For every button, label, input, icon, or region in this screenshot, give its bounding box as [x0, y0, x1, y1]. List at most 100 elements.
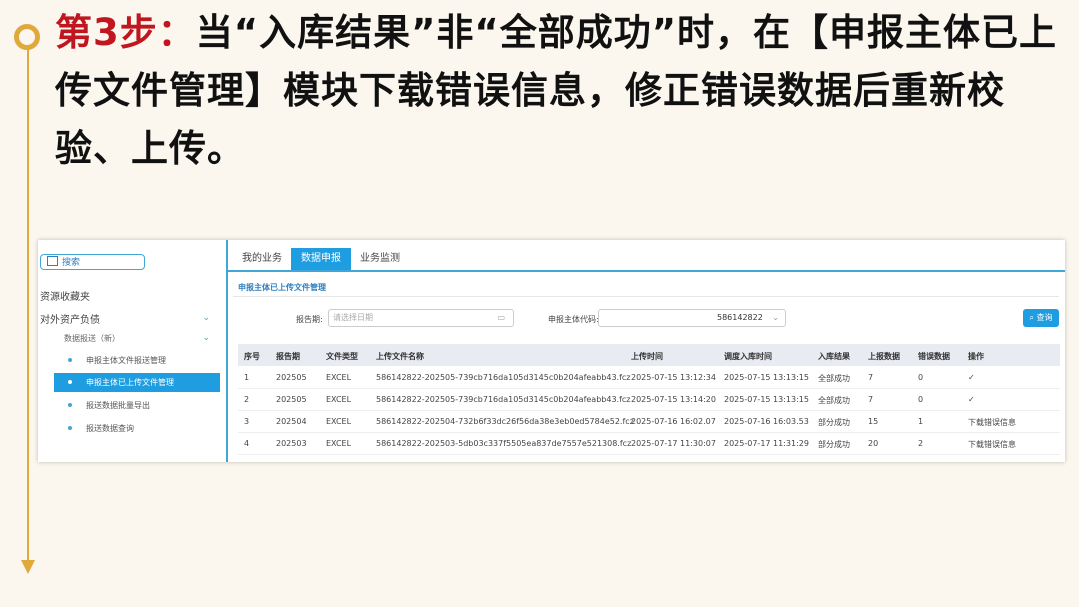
col-action: 操作	[968, 352, 984, 361]
search-icon	[47, 256, 58, 266]
cell-reported: 7	[868, 373, 874, 382]
cell-upload-time: 2025-07-15 13:14:20	[631, 395, 716, 404]
sidebar-item-batch-export[interactable]: 报送数据批量导出	[54, 396, 220, 415]
period-input[interactable]: 请选择日期 ▭	[328, 309, 514, 327]
cell-file-name: 586142822-202505-739cb716da105d3145c0b20…	[376, 373, 631, 382]
sidebar-favorites[interactable]: 资源收藏夹	[40, 288, 90, 303]
cell-index: 2	[244, 395, 250, 404]
calendar-icon: ▭	[497, 313, 505, 322]
subgroup-label: 数据报送（新）	[64, 334, 120, 343]
col-load-time: 调度入库时间	[724, 352, 772, 361]
sidebar-search[interactable]: 搜索	[40, 254, 145, 270]
app-screenshot: 搜索 资源收藏夹 对外资产负债 ⌄ 数据报送（新） ⌄ 申报主体文件报送管理 申报主…	[38, 240, 1065, 462]
item-label: 报送数据批量导出	[86, 401, 150, 410]
check-icon: ✓	[968, 373, 975, 382]
table-row: 2 202505 EXCEL 586142822-202505-739cb716…	[238, 388, 1060, 411]
col-upload-time: 上传时间	[631, 352, 663, 361]
cell-result: 部分成功	[818, 440, 850, 449]
table-row: 4 202503 EXCEL 586142822-202503-5db03c33…	[238, 432, 1060, 455]
query-button[interactable]: ⌕ 查询	[1023, 309, 1059, 327]
bullet-icon	[68, 403, 72, 407]
breadcrumb: 申报主体已上传文件管理	[238, 283, 326, 292]
cell-index: 1	[244, 373, 250, 382]
cell-load-time: 2025-07-17 11:31:29	[724, 439, 809, 448]
col-result: 入库结果	[818, 352, 850, 361]
cell-period: 202505	[276, 373, 307, 382]
col-reported: 上报数据	[868, 352, 900, 361]
query-label: 查询	[1036, 313, 1053, 322]
entity-code-label: 申报主体代码:	[548, 315, 599, 324]
section-label: 对外资产负债	[40, 315, 100, 326]
timeline-dot	[14, 24, 40, 50]
col-file-type: 文件类型	[326, 352, 358, 361]
sidebar-subgroup[interactable]: 数据报送（新） ⌄	[64, 333, 220, 344]
step-label: 第3步：	[55, 11, 196, 54]
cell-file-name: 586142822-202504-732b6f33dc26f56da38e3eb…	[376, 417, 634, 426]
cell-upload-time: 2025-07-17 11:30:07	[631, 439, 716, 448]
cell-file-type: EXCEL	[326, 373, 352, 382]
cell-file-type: EXCEL	[326, 439, 352, 448]
bullet-icon	[68, 426, 72, 430]
sidebar: 搜索 资源收藏夹 对外资产负债 ⌄ 数据报送（新） ⌄ 申报主体文件报送管理 申报主…	[38, 240, 228, 462]
table-header: 序号 报告期 文件类型 上传文件名称 上传时间 调度入库时间 入库结果 上报数据…	[238, 344, 1060, 366]
col-index: 序号	[244, 352, 260, 361]
bullet-icon	[68, 358, 72, 362]
cell-period: 202503	[276, 439, 307, 448]
cell-reported: 7	[868, 395, 874, 404]
cell-period: 202505	[276, 395, 307, 404]
bullet-icon	[68, 380, 72, 384]
cell-index: 4	[244, 439, 250, 448]
item-label: 报送数据查询	[86, 424, 134, 433]
col-errors: 错误数据	[918, 352, 950, 361]
cell-errors: 2	[918, 439, 924, 448]
cell-upload-time: 2025-07-15 13:12:34	[631, 373, 716, 382]
chevron-down-icon: ⌄	[202, 313, 210, 323]
cell-period: 202504	[276, 417, 307, 426]
tab-my-business[interactable]: 我的业务	[232, 248, 292, 270]
cell-file-type: EXCEL	[326, 417, 352, 426]
table-row: 1 202505 EXCEL 586142822-202505-739cb716…	[238, 366, 1060, 389]
col-period: 报告期	[276, 352, 300, 361]
divider	[233, 296, 1059, 297]
download-error-link[interactable]: 下载错误信息	[968, 439, 1016, 450]
search-icon: ⌕	[1029, 313, 1037, 322]
item-label: 申报主体文件报送管理	[86, 356, 166, 365]
sidebar-item-file-submit[interactable]: 申报主体文件报送管理	[54, 351, 220, 370]
cell-errors: 1	[918, 417, 924, 426]
cell-reported: 15	[868, 417, 879, 426]
timeline-line	[27, 42, 29, 562]
cell-index: 3	[244, 417, 250, 426]
tab-bar: 我的业务 数据申报 业务监测	[228, 248, 1065, 272]
period-placeholder: 请选择日期	[333, 313, 373, 322]
search-label: 搜索	[62, 258, 81, 268]
cell-result: 全部成功	[818, 396, 850, 405]
col-file-name: 上传文件名称	[376, 352, 424, 361]
slide-heading: 第3步：当“入库结果”非“全部成功”时，在【申报主体已上传文件管理】模块下载错误…	[55, 4, 1065, 178]
cell-errors: 0	[918, 395, 924, 404]
cell-load-time: 2025-07-15 13:13:15	[724, 395, 809, 404]
sidebar-item-data-query[interactable]: 报送数据查询	[54, 419, 220, 438]
item-label: 申报主体已上传文件管理	[86, 378, 174, 387]
period-label: 报告期:	[296, 315, 323, 324]
entity-code-select[interactable]: 586142822 ⌄	[598, 309, 786, 327]
sidebar-section-assets[interactable]: 对外资产负债 ⌄	[40, 311, 220, 326]
chevron-down-icon: ⌄	[202, 333, 210, 343]
download-error-link[interactable]: 下载错误信息	[968, 417, 1016, 428]
table-row: 3 202504 EXCEL 586142822-202504-732b6f33…	[238, 410, 1060, 433]
cell-errors: 0	[918, 373, 924, 382]
tab-data-declaration[interactable]: 数据申报	[291, 248, 351, 270]
cell-load-time: 2025-07-15 13:13:15	[724, 373, 809, 382]
chevron-down-icon: ⌄	[772, 313, 779, 322]
check-icon: ✓	[968, 395, 975, 404]
entity-code-value: 586142822	[717, 313, 763, 322]
cell-load-time: 2025-07-16 16:03.53	[724, 417, 809, 426]
cell-reported: 20	[868, 439, 879, 448]
cell-result: 部分成功	[818, 418, 850, 427]
cell-upload-time: 2025-07-16 16:02.07	[631, 417, 716, 426]
cell-result: 全部成功	[818, 374, 850, 383]
cell-file-type: EXCEL	[326, 395, 352, 404]
tab-monitoring[interactable]: 业务监测	[350, 248, 410, 270]
cell-file-name: 586142822-202503-5db03c337f5505ea837de75…	[376, 439, 632, 448]
sidebar-item-uploaded-files[interactable]: 申报主体已上传文件管理	[54, 373, 220, 392]
timeline-arrow-icon	[21, 560, 35, 574]
